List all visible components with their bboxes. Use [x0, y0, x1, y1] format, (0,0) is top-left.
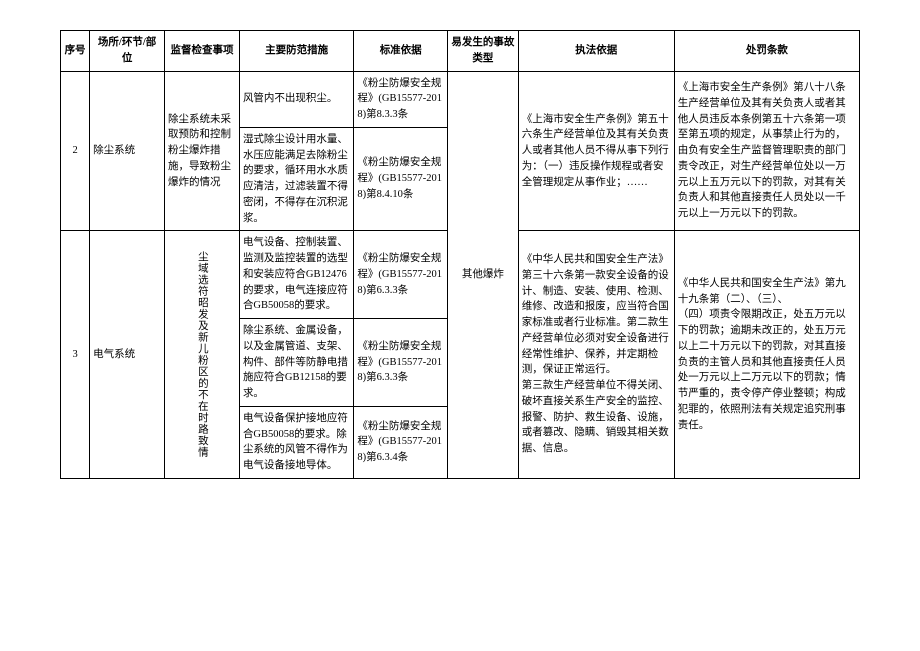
cell-inspect: 除尘系统未采取预防和控制粉尘爆炸措施，导致粉尘爆炸的情况	[165, 71, 240, 231]
cell-seq: 3	[61, 231, 90, 479]
cell-penalty: 《上海市安全生产条例》第八十八条生产经营单位及其有关负责人或者其他人员违反本条例…	[674, 71, 859, 231]
cell-measure: 除尘系统、金属设备，以及金属管道、支架、构件、部件等防静电措施应符合GB1215…	[239, 319, 353, 407]
cell-measure: 电气设备保护接地应符合GB50058的要求。除尘系统的风管不得作为电气设备接地导…	[239, 406, 353, 478]
col-seq: 序号	[61, 31, 90, 72]
cell-seq: 2	[61, 71, 90, 231]
cell-basis: 《粉尘防爆安全规程》(GB15577-2018)第6.3.4条	[354, 406, 448, 478]
cell-place: 除尘系统	[90, 71, 165, 231]
cell-basis: 《粉尘防爆安全规程》(GB15577-2018)第8.4.10条	[354, 127, 448, 231]
cell-measure: 电气设备、控制装置、监测及监控装置的选型和安装应符合GB12476的要求，电气连…	[239, 231, 353, 319]
table-header-row: 序号 场所/环节/部位 监督检查事项 主要防范措施 标准依据 易发生的事故类型 …	[61, 31, 860, 72]
cell-measure: 风管内不出现积尘。	[239, 71, 353, 127]
col-inspect: 监督检查事项	[165, 31, 240, 72]
regulation-table: 序号 场所/环节/部位 监督检查事项 主要防范措施 标准依据 易发生的事故类型 …	[60, 30, 860, 479]
cell-basis: 《粉尘防爆安全规程》(GB15577-2018)第6.3.3条	[354, 231, 448, 319]
cell-measure: 湿式除尘设计用水量、水压应能满足去除粉尘的要求，循环用水水质应清洁，过滤装置不得…	[239, 127, 353, 231]
cell-law: 《中华人民共和国安全生产法》第三十六条第一款安全设备的设计、制造、安装、使用、检…	[518, 231, 674, 479]
col-place: 场所/环节/部位	[90, 31, 165, 72]
cell-place: 电气系统	[90, 231, 165, 479]
cell-accident: 其他爆炸	[448, 71, 519, 478]
table-row: 2 除尘系统 除尘系统未采取预防和控制粉尘爆炸措施，导致粉尘爆炸的情况 风管内不…	[61, 71, 860, 127]
cell-penalty: 《中华人民共和国安全生产法》第九十九条第（二）、（三）、 （四）项责令限期改正，…	[674, 231, 859, 479]
col-accident: 易发生的事故类型	[448, 31, 519, 72]
cell-basis: 《粉尘防爆安全规程》(GB15577-2018)第6.3.3条	[354, 319, 448, 407]
cell-inspect: 尘域选符昭发及新儿粉区的不在时路致情	[165, 231, 240, 479]
col-penalty: 处罚条款	[674, 31, 859, 72]
cell-basis: 《粉尘防爆安全规程》(GB15577-2018)第8.3.3条	[354, 71, 448, 127]
col-measure: 主要防范措施	[239, 31, 353, 72]
col-basis: 标准依据	[354, 31, 448, 72]
cell-law: 《上海市安全生产条例》第五十六条生产经营单位及其有关负责人或者其他人员不得从事下…	[518, 71, 674, 231]
col-law: 执法依据	[518, 31, 674, 72]
